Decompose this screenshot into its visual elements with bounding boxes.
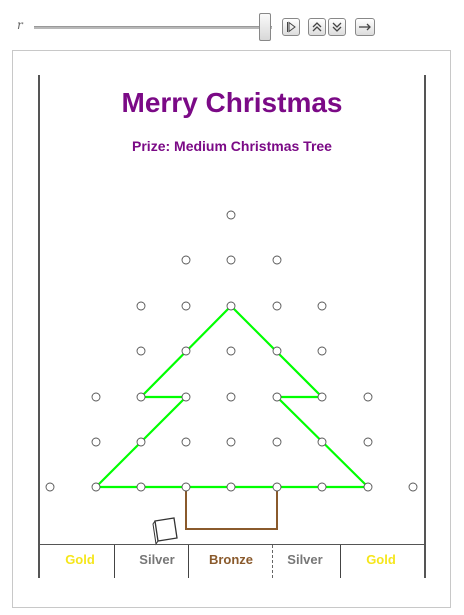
- peg: [181, 301, 191, 311]
- peg: [317, 346, 327, 356]
- peg: [272, 301, 282, 311]
- peg: [45, 482, 55, 492]
- tree-trunk: [185, 487, 278, 530]
- peg: [91, 392, 101, 402]
- peg: [181, 392, 191, 402]
- peg: [181, 482, 191, 492]
- peg: [181, 437, 191, 447]
- peg: [408, 482, 418, 492]
- bin-divider: [340, 545, 341, 578]
- peg: [272, 482, 282, 492]
- peg: [181, 255, 191, 265]
- peg: [226, 482, 236, 492]
- peg: [226, 346, 236, 356]
- peg: [91, 482, 101, 492]
- peg: [181, 346, 191, 356]
- pegs: [45, 210, 418, 492]
- peg: [317, 437, 327, 447]
- bin-label-gold: Gold: [366, 552, 396, 567]
- peg: [363, 392, 373, 402]
- bin-label-silver: Silver: [287, 552, 323, 567]
- peg: [226, 437, 236, 447]
- bin-label-silver: Silver: [139, 552, 175, 567]
- peg: [317, 482, 327, 492]
- peg: [136, 482, 146, 492]
- bins-top-line: [40, 544, 424, 545]
- galton-board: [45, 210, 418, 546]
- peg: [317, 392, 327, 402]
- peg: [226, 301, 236, 311]
- bin-label-gold: Gold: [65, 552, 95, 567]
- peg: [91, 437, 101, 447]
- peg: [272, 437, 282, 447]
- present-box: [152, 517, 178, 546]
- peg: [136, 437, 146, 447]
- peg: [272, 346, 282, 356]
- peg: [363, 482, 373, 492]
- peg: [226, 392, 236, 402]
- peg: [136, 392, 146, 402]
- peg: [272, 392, 282, 402]
- peg: [226, 210, 236, 220]
- peg: [136, 301, 146, 311]
- peg: [226, 255, 236, 265]
- peg: [317, 301, 327, 311]
- bin-label-bronze: Bronze: [208, 552, 254, 567]
- peg: [363, 437, 373, 447]
- peg: [136, 346, 146, 356]
- peg: [272, 255, 282, 265]
